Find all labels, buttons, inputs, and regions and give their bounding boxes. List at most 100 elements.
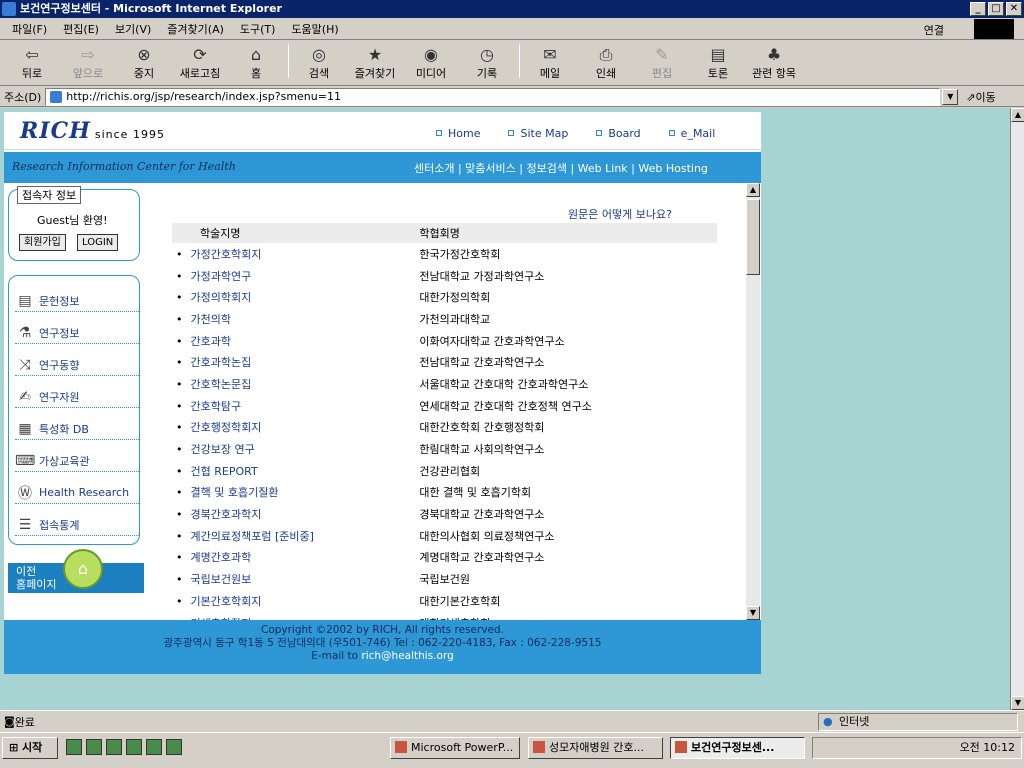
mail-button[interactable]: ✉ 메일 [526, 45, 574, 81]
quicklaunch-icon[interactable] [126, 739, 142, 755]
table-row: 경북간호과학지 경북대학교 간호과학연구소 [172, 503, 717, 525]
table-row: 간호과학논집 전남대학교 간호과학연구소 [172, 351, 717, 373]
quicklaunch-icon[interactable] [106, 739, 122, 755]
journal-link[interactable]: 건강보장 연구 [172, 438, 413, 460]
main-nav-links[interactable]: 센터소개 | 맞춤서비스 | 정보검색 | Web Link | Web Hos… [414, 160, 708, 176]
search-button[interactable]: ◎ 검색 [295, 45, 343, 81]
journal-link[interactable]: 기생충학잡지 [172, 612, 413, 620]
maximize-button[interactable]: □ [988, 2, 1004, 16]
sidebar-item-health-research[interactable]: Ⓦ Health Research [15, 482, 139, 504]
society-name: 한국가정간호학회 [419, 247, 501, 261]
table-row: 계간의료정책포럼 [준비중] 대한의사협회 의료정책연구소 [172, 525, 717, 547]
trends-icon: ⤨ [19, 356, 31, 373]
stop-icon: ⊗ [137, 45, 151, 64]
journal-link[interactable]: 경북간호과학지 [172, 503, 413, 525]
edit-button[interactable]: ✎ 편집 [638, 45, 686, 81]
site-logo[interactable]: RICH since 1995 [20, 118, 165, 144]
scroll-up-button[interactable]: ▲ [1011, 108, 1024, 122]
stop-button[interactable]: ⊗ 중지 [120, 45, 168, 81]
favorites-icon: ★ [367, 45, 383, 64]
status-text: 완료 [14, 715, 35, 729]
forward-button[interactable]: ⇨ 앞으로 [64, 45, 112, 81]
scroll-down-button[interactable]: ▼ [1011, 696, 1024, 710]
sidebar-item-research-trends[interactable]: ⤨ 연구동향 [15, 354, 139, 376]
menu-edit[interactable]: 편집(E) [55, 21, 107, 37]
nav-sitemap[interactable]: Site Map [508, 127, 568, 140]
media-button[interactable]: ◉ 미디어 [407, 45, 455, 81]
task-powerpoint[interactable]: Microsoft PowerP... [390, 737, 520, 759]
sidebar-item-research-resources[interactable]: ✍ 연구자원 [15, 386, 139, 408]
login-button[interactable]: LOGIN [77, 234, 119, 251]
how-to-view-link[interactable]: 원문은 어떻게 보나요? [568, 206, 672, 222]
sidebar-item-special-db[interactable]: ▦ 특성화 DB [15, 418, 139, 440]
refresh-button[interactable]: ⟳ 새로고침 [176, 45, 224, 81]
stats-icon: ☰ [18, 516, 32, 533]
menu-view[interactable]: 보기(V) [107, 21, 159, 37]
journal-link[interactable]: 간호학탐구 [172, 395, 413, 417]
journal-link[interactable]: 간호학논문집 [172, 373, 413, 395]
edit-icon: ✎ [655, 45, 669, 64]
sidebar-item-literature[interactable]: ▤ 문헌정보 [15, 290, 139, 312]
quicklaunch-icon[interactable] [146, 739, 162, 755]
print-button[interactable]: ⎙ 인쇄 [582, 45, 630, 81]
previous-homepage-link[interactable]: ⌂ 이전 홈페이지 [8, 549, 144, 593]
quicklaunch-icon[interactable] [66, 739, 82, 755]
favorites-button[interactable]: ★ 즐겨찾기 [351, 45, 399, 81]
content-scrollbar[interactable]: ▲ ▼ [746, 183, 760, 620]
sidebar-item-virtual-education[interactable]: ⌨ 가상교육관 [15, 450, 139, 472]
related-button[interactable]: ♣ 관련 항목 [750, 45, 798, 81]
journal-link[interactable]: 계간의료정책포럼 [준비중] [172, 525, 413, 547]
journal-link[interactable]: 가정과학연구 [172, 265, 413, 287]
nav-home[interactable]: Home [436, 127, 480, 140]
site-navbar: Research Information Center for Health 센… [4, 152, 761, 183]
task-ie-active[interactable]: 보건연구정보센... [670, 737, 805, 759]
journal-link[interactable]: 간호과학논집 [172, 351, 413, 373]
sidebar-item-research-info[interactable]: ⚗ 연구정보 [15, 322, 139, 344]
journal-link[interactable]: 기본간호학회지 [172, 590, 413, 612]
journal-link[interactable]: 간호과학 [172, 330, 413, 352]
table-row: 가천의학 가천의과대학교 [172, 308, 717, 330]
journal-link[interactable]: 국립보건원보 [172, 568, 413, 590]
browser-scrollbar[interactable]: ▲ ▼ [1010, 108, 1024, 710]
journal-link[interactable]: 가천의학 [172, 308, 413, 330]
home-button[interactable]: ⌂ 홈 [232, 45, 280, 81]
journal-link[interactable]: 결핵 및 호흡기질환 [172, 482, 413, 504]
sidebar-item-access-stats[interactable]: ☰ 접속통계 [15, 514, 139, 536]
discuss-button[interactable]: ▤ 토론 [694, 45, 742, 81]
journal-link[interactable]: 간호행정학회지 [172, 417, 413, 439]
journal-link[interactable]: 가정간호학회지 [172, 243, 413, 265]
minimize-button[interactable]: _ [970, 2, 986, 16]
content-scroll-up[interactable]: ▲ [746, 183, 760, 197]
join-button[interactable]: 회원가입 [19, 234, 66, 251]
clock: 오전 10:12 [959, 741, 1015, 754]
quicklaunch-icon[interactable] [166, 739, 182, 755]
footer-email-link[interactable]: rich@healthis.org [361, 650, 453, 662]
start-button[interactable]: ⊞ 시작 [2, 737, 58, 759]
back-button[interactable]: ⇦ 뒤로 [8, 45, 56, 81]
close-button[interactable]: ✕ [1006, 2, 1022, 16]
guest-info-title: 접속자 정보 [17, 186, 82, 204]
task-hospital[interactable]: 성모자애병원 간호... [528, 737, 663, 759]
address-input[interactable]: http://richis.org/jsp/research/index.jsp… [45, 87, 941, 106]
nav-board[interactable]: Board [596, 127, 641, 140]
society-name: 국립보건원 [419, 573, 471, 587]
nav-email[interactable]: e_Mail [668, 127, 715, 140]
content-scroll-down[interactable]: ▼ [746, 606, 760, 620]
journal-link[interactable]: 건협 REPORT [172, 460, 413, 482]
content-scroll-thumb[interactable] [746, 199, 760, 275]
journal-link[interactable]: 가정의학회지 [172, 286, 413, 308]
history-button[interactable]: ◷ 기록 [463, 45, 511, 81]
address-dropdown-button[interactable]: ▼ [942, 88, 959, 105]
table-row: 기생충학잡지대한기생충학회 [172, 612, 717, 620]
menu-help[interactable]: 도움말(H) [283, 21, 346, 37]
quicklaunch-icon[interactable] [86, 739, 102, 755]
back-arrow-icon: ⇦ [25, 45, 39, 64]
menu-file[interactable]: 파일(F) [4, 21, 55, 37]
toolbar-separator [288, 43, 289, 78]
go-button[interactable]: ⇗이동 [966, 89, 995, 105]
journal-link[interactable]: 계명간호과학 [172, 547, 413, 569]
menu-favorites[interactable]: 즐겨찾기(A) [159, 21, 232, 37]
menu-tools[interactable]: 도구(T) [232, 21, 284, 37]
links-label[interactable]: 연결 [924, 22, 944, 38]
footer-address: 광주광역시 동구 학1동 5 전남대의대 (우501-746) Tel : 06… [163, 637, 602, 649]
